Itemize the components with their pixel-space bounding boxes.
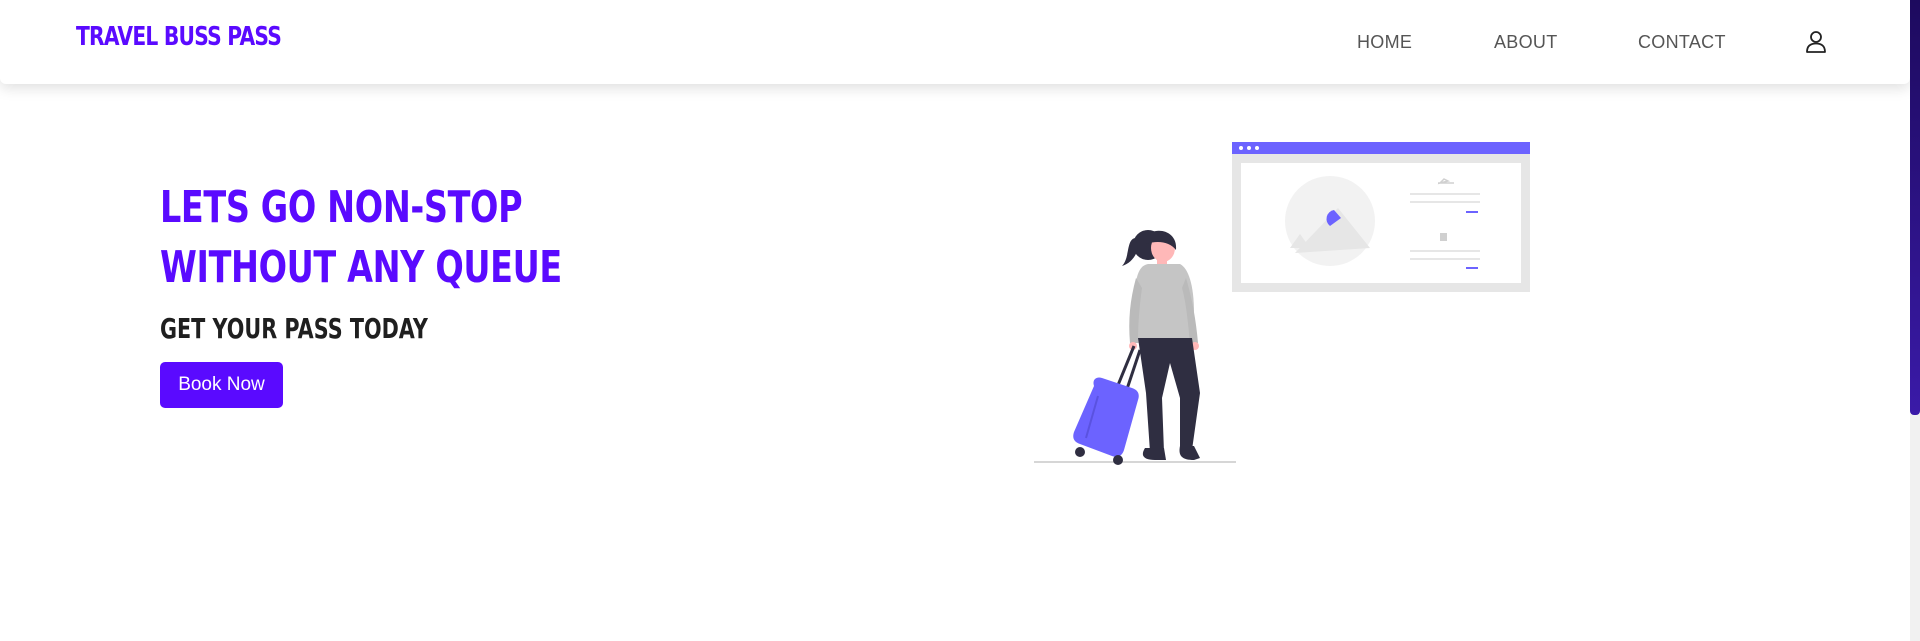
scrollbar-thumb[interactable] — [1910, 0, 1920, 415]
page-scrollbar[interactable] — [1910, 0, 1920, 641]
traveler-illustration — [1034, 142, 1530, 465]
user-icon[interactable] — [1805, 30, 1827, 54]
nav-home-link[interactable]: HOME — [1357, 32, 1412, 53]
hero-subtitle: GET YOUR PASS TODAY — [160, 312, 428, 345]
hero-title-line2: WITHOUT ANY QUEUE — [160, 242, 562, 293]
hero-title-line1: LETS GO NON-STOP — [160, 182, 523, 233]
navbar: TRAVEL BUSS PASS HOME ABOUT CONTACT — [0, 0, 1910, 84]
nav-about-link[interactable]: ABOUT — [1494, 32, 1558, 53]
brand-logo[interactable]: TRAVEL BUSS PASS — [76, 22, 282, 52]
traveler-figure — [1122, 230, 1200, 460]
book-now-button[interactable]: Book Now — [160, 362, 283, 408]
browser-window-graphic — [1232, 142, 1530, 292]
nav-contact-link[interactable]: CONTACT — [1638, 32, 1726, 53]
suitcase-graphic — [1073, 345, 1142, 465]
